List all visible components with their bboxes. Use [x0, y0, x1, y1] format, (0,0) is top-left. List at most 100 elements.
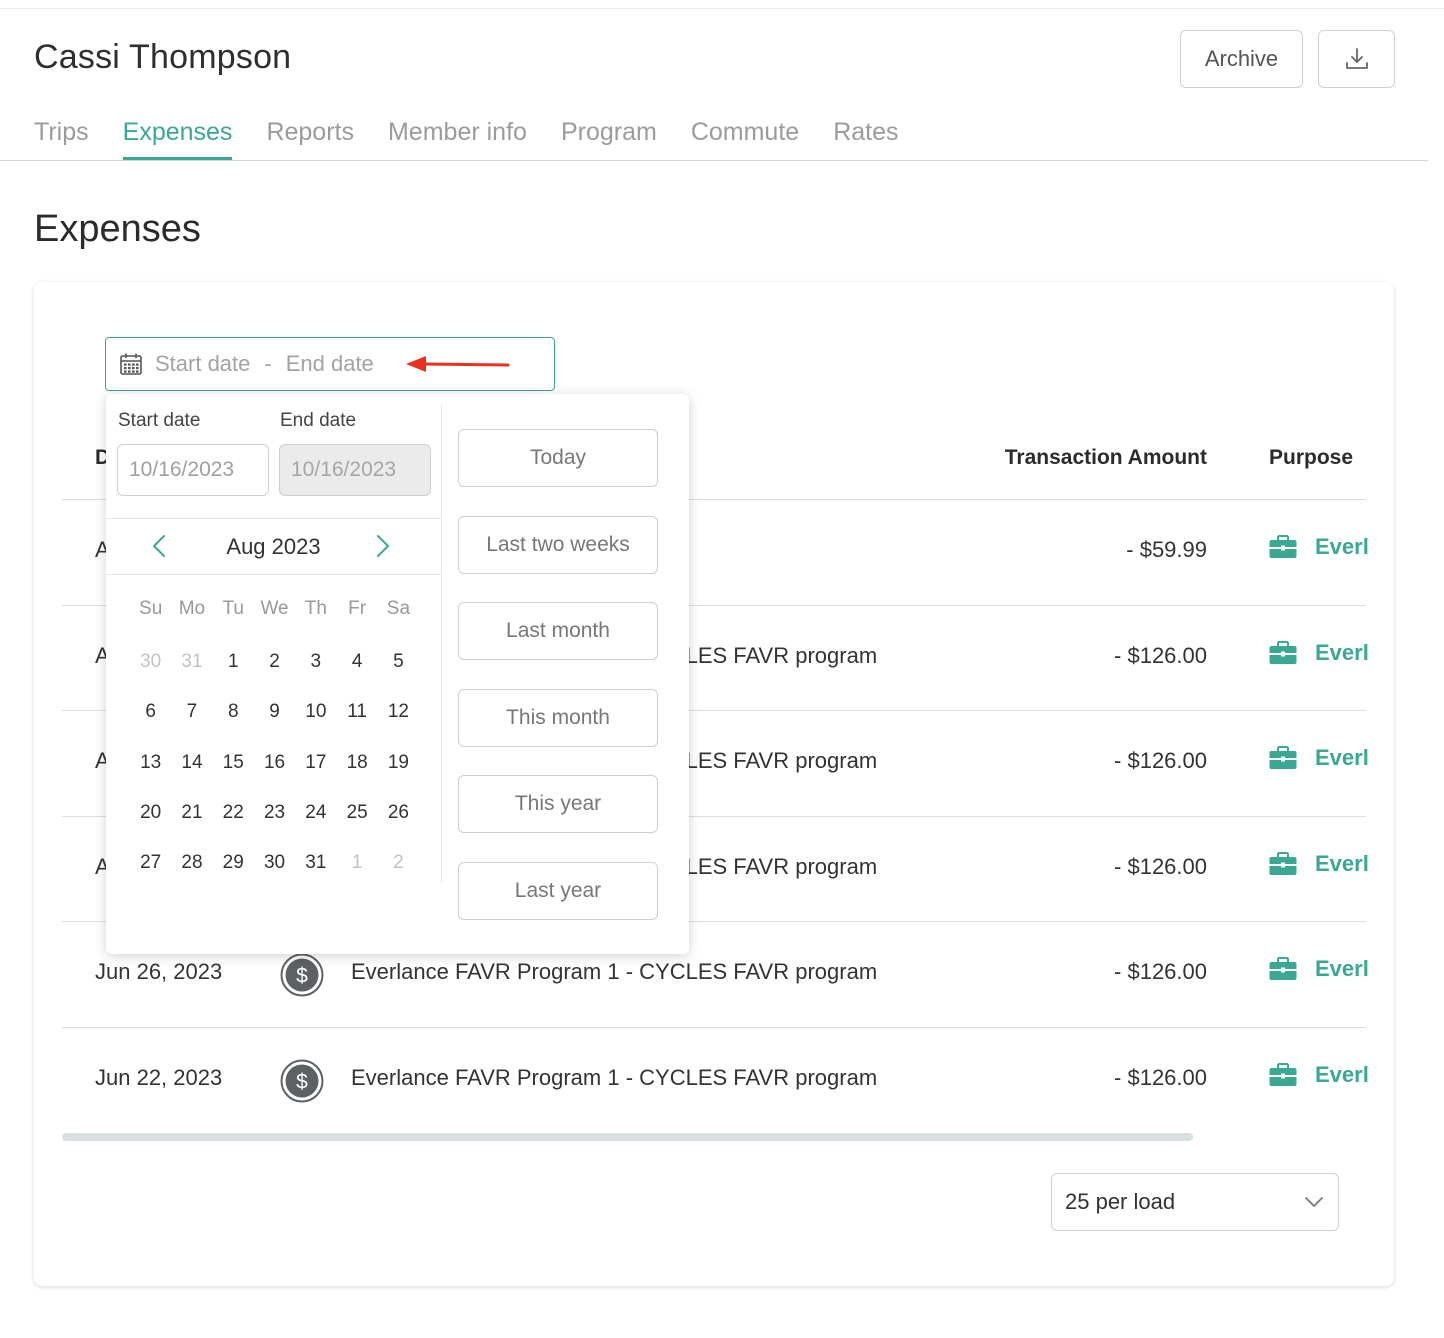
member-name: Cassi Thompson — [34, 38, 292, 76]
briefcase-icon — [1269, 746, 1297, 770]
weekday-label: We — [260, 598, 289, 619]
quick-range-button[interactable]: Last year — [458, 861, 658, 920]
briefcase-icon — [1269, 640, 1297, 664]
tab-expenses[interactable]: Expenses — [122, 118, 232, 161]
date-separator: - — [264, 351, 272, 376]
weekday-label: Th — [304, 598, 327, 619]
expense-purpose[interactable]: Everl — [1269, 534, 1369, 560]
calendar-day[interactable]: 7 — [171, 701, 212, 723]
calendar-day[interactable]: 2 — [254, 651, 295, 673]
calendar-day[interactable]: 31 — [295, 852, 336, 874]
start-date-placeholder: Start date — [155, 351, 251, 376]
calendar-day[interactable]: 19 — [378, 752, 419, 774]
expense-purpose[interactable]: Everl — [1269, 956, 1369, 982]
calendar-grid: Su Mo Tu We Th Fr Sa 30 31 1 2 3 4 5 6 7 8 9 10 11 12 13 14 15 1… — [130, 594, 420, 888]
expense-amount: - $126.00 — [1114, 748, 1207, 774]
briefcase-icon — [1269, 957, 1297, 981]
purpose-name: Everl — [1315, 850, 1369, 876]
expense-amount: - $126.00 — [1114, 1064, 1207, 1090]
calendar-day[interactable]: 14 — [171, 752, 212, 774]
weekday-label: Tu — [222, 598, 244, 619]
expense-amount: - $126.00 — [1114, 959, 1207, 985]
calendar-day[interactable]: 30 — [254, 852, 295, 874]
chevron-right-icon[interactable] — [376, 534, 390, 563]
picker-divider — [106, 518, 441, 519]
expense-purpose[interactable]: Everl — [1269, 1062, 1369, 1088]
expense-description: Everlance FAVR Program 1 - CYCLES FAVR p… — [351, 959, 878, 985]
table-row[interactable]: Jun 22, 2023 $ Everlance FAVR Program 1 - … — [62, 1028, 1369, 1134]
download-icon — [1345, 48, 1368, 69]
chevron-down-icon — [1305, 1197, 1323, 1207]
calendar-day[interactable]: 24 — [295, 802, 336, 824]
calendar-day[interactable]: 8 — [213, 701, 254, 723]
annotation-arrow-icon — [406, 356, 510, 372]
calendar-day[interactable]: 29 — [213, 852, 254, 874]
calendar-day[interactable]: 17 — [295, 752, 336, 774]
calendar-day[interactable]: 27 — [130, 852, 171, 874]
quick-range-button[interactable]: This month — [458, 688, 658, 747]
calendar-day[interactable]: 28 — [171, 852, 212, 874]
quick-range-button[interactable]: This year — [458, 775, 658, 833]
briefcase-icon — [1269, 1062, 1297, 1086]
calendar-day[interactable]: 21 — [171, 802, 212, 824]
purpose-name: Everl — [1315, 745, 1369, 771]
calendar-day[interactable]: 18 — [336, 752, 377, 774]
download-button[interactable] — [1318, 30, 1395, 88]
top-divider — [0, 8, 1444, 9]
per-load-value: 25 per load — [1065, 1189, 1176, 1214]
picker-end-input[interactable] — [279, 444, 431, 496]
calendar-day[interactable]: 9 — [254, 692, 296, 731]
calendar-day[interactable]: 16 — [254, 752, 295, 774]
column-header-amount[interactable]: Transaction Amount — [1005, 446, 1207, 470]
calendar-day[interactable]: 10 — [295, 701, 336, 723]
archive-button[interactable]: Archive — [1180, 30, 1303, 88]
calendar-day: 1 — [351, 852, 363, 874]
month-label: Aug 2023 — [226, 534, 321, 559]
calendar-day[interactable]: 4 — [336, 651, 377, 673]
calendar-day[interactable]: 6 — [130, 701, 171, 723]
tab-member-info[interactable]: Member info — [388, 118, 527, 161]
tab-program[interactable]: Program — [561, 118, 657, 161]
calendar-day[interactable]: 11 — [336, 701, 377, 723]
page-title: Expenses — [34, 208, 201, 250]
calendar-day[interactable]: 25 — [336, 802, 377, 824]
weekday-label: Fr — [348, 598, 367, 619]
picker-start-label: Start date — [118, 410, 201, 431]
tab-commute[interactable]: Commute — [691, 118, 799, 161]
expense-purpose[interactable]: Everl — [1269, 640, 1369, 666]
quick-range-button[interactable]: Last month — [458, 602, 658, 660]
month-navigation: Aug 2023 — [106, 522, 441, 570]
tab-rates[interactable]: Rates — [833, 118, 898, 161]
calendar-week: 13 14 15 16 17 18 19 — [130, 738, 420, 788]
expense-amount: - $126.00 — [1114, 642, 1207, 668]
per-load-select[interactable]: 25 per load — [1051, 1173, 1339, 1231]
calendar-day[interactable]: 15 — [213, 752, 254, 774]
expense-purpose[interactable]: Everl — [1269, 745, 1369, 771]
calendar-day[interactable]: 22 — [213, 802, 254, 824]
picker-start-input[interactable] — [117, 444, 269, 496]
weekday-header: Su Mo Tu We Th Fr Sa — [130, 594, 420, 624]
calendar-icon — [119, 352, 143, 376]
briefcase-icon — [1269, 851, 1297, 875]
purpose-name: Everl — [1315, 956, 1369, 982]
quick-range-button[interactable]: Last two weeks — [458, 515, 658, 574]
calendar-day[interactable]: 1 — [213, 651, 254, 673]
weekday-label: Sa — [386, 598, 411, 619]
expense-date: Jun 26, 2023 — [95, 959, 223, 985]
horizontal-scrollbar[interactable] — [62, 1133, 1193, 1141]
calendar-day[interactable]: 5 — [378, 651, 419, 673]
svg-text:$: $ — [296, 965, 308, 988]
calendar-day: 31 — [181, 651, 203, 673]
calendar-day[interactable]: 20 — [130, 802, 171, 824]
expense-purpose[interactable]: Everl — [1269, 851, 1369, 877]
tab-trips[interactable]: Trips — [34, 118, 89, 161]
calendar-day[interactable]: 23 — [254, 802, 295, 824]
quick-range-button[interactable]: Today — [458, 429, 658, 487]
dollar-icon: $ — [280, 953, 324, 1003]
calendar-day[interactable]: 26 — [378, 802, 419, 824]
calendar-day[interactable]: 12 — [378, 701, 419, 723]
calendar-day[interactable]: 13 — [130, 752, 171, 774]
calendar-day[interactable]: 3 — [295, 651, 336, 673]
column-header-purpose[interactable]: Purpose — [1269, 446, 1353, 470]
tab-reports[interactable]: Reports — [266, 118, 354, 161]
